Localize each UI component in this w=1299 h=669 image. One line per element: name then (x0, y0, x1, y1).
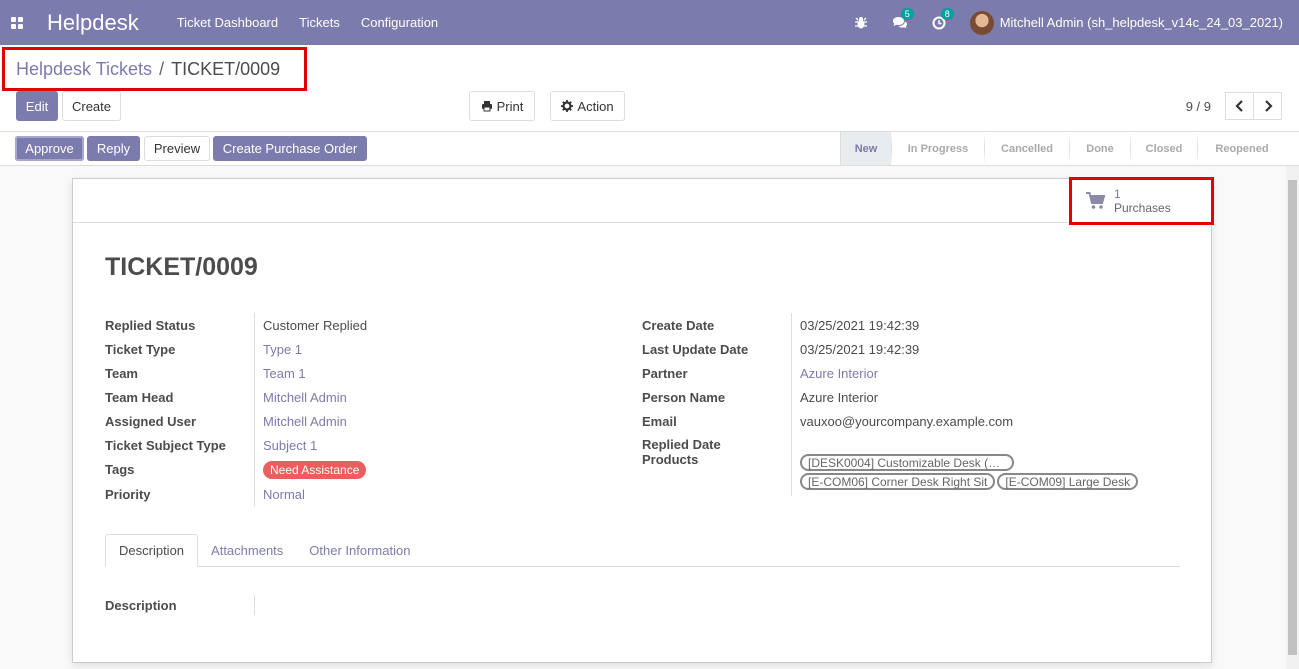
stage-closed[interactable]: Closed (1131, 132, 1197, 165)
field-value-ticket-type[interactable]: Type 1 (255, 342, 302, 357)
purchases-count: 1 (1114, 187, 1121, 201)
field-label-replied-date: Replied Date (642, 433, 792, 452)
field-value-replied-status: Customer Replied (263, 317, 368, 333)
user-menu[interactable]: Mitchell Admin (sh_helpdesk_v14c_24_03_2… (1000, 15, 1283, 30)
purchases-label: Purchases (1114, 201, 1171, 215)
field-value-priority[interactable]: Normal (255, 487, 305, 502)
description-field: Description (105, 593, 255, 617)
smart-button-box: 1 Purchases (73, 177, 1214, 225)
field-label-team-head: Team Head (105, 385, 255, 409)
field-value-person-name: Azure Interior (800, 389, 879, 405)
field-value-last-update-date: 03/25/2021 19:42:39 (800, 341, 920, 357)
create-button[interactable]: Create (62, 91, 121, 121)
stage-pipeline: New In Progress Cancelled Done Closed Re… (840, 132, 1286, 165)
statusbar: Approve Reply Preview Create Purchase Or… (0, 132, 1299, 166)
field-value-create-date: 03/25/2021 19:42:39 (800, 317, 920, 333)
products-tag-list: [DESK0004] Customizable Desk (… [E-COM06… (792, 452, 1142, 491)
notebook-tabs: Description Attachments Other Informatio… (105, 534, 1180, 567)
pager-value[interactable]: 9 / 9 (1186, 99, 1211, 114)
field-value-assigned-user[interactable]: Mitchell Admin (255, 414, 347, 429)
field-value-ticket-subject-type[interactable]: Subject 1 (255, 438, 317, 453)
activity-badge: 8 (940, 7, 954, 20)
pager-previous-button[interactable] (1225, 92, 1254, 120)
messaging-icon[interactable]: 5 (892, 7, 914, 30)
stage-cancelled[interactable]: Cancelled (985, 132, 1069, 165)
control-panel: Helpdesk Tickets / TICKET/0009 Edit Crea… (0, 45, 1299, 132)
field-value-partner[interactable]: Azure Interior (792, 366, 878, 381)
menu-configuration[interactable]: Configuration (361, 15, 438, 30)
field-label-create-date: Create Date (642, 313, 792, 337)
activity-clock-icon[interactable]: 8 (932, 7, 954, 30)
debug-bug-icon[interactable] (854, 16, 868, 30)
stage-done[interactable]: Done (1070, 132, 1130, 165)
product-tag[interactable]: [E-COM09] Large Desk (997, 473, 1139, 490)
breadcrumb: Helpdesk Tickets / TICKET/0009 (2, 47, 307, 91)
record-title: TICKET/0009 (105, 253, 258, 281)
vertical-scrollbar[interactable] (1286, 166, 1299, 669)
chevron-right-icon (1264, 100, 1273, 112)
stage-reopened[interactable]: Reopened (1198, 132, 1286, 165)
purchases-smart-button[interactable]: 1 Purchases (1069, 177, 1214, 225)
field-value-team-head[interactable]: Mitchell Admin (255, 390, 347, 405)
action-button[interactable]: Action (550, 91, 625, 121)
field-label-email: Email (642, 409, 792, 433)
field-label-person-name: Person Name (642, 385, 792, 409)
preview-button[interactable]: Preview (144, 136, 210, 161)
field-value-email: vauxoo@yourcompany.example.com (800, 413, 1014, 429)
gear-icon (561, 100, 574, 112)
right-field-group: Create Date 03/25/2021 19:42:39 Last Upda… (642, 313, 1142, 496)
chevron-left-icon (1234, 100, 1243, 112)
action-label: Action (577, 98, 614, 114)
field-label-last-update-date: Last Update Date (642, 337, 792, 361)
field-label-tags: Tags (105, 457, 255, 482)
menu-tickets[interactable]: Tickets (299, 15, 340, 30)
stage-in-progress[interactable]: In Progress (892, 132, 984, 165)
print-button[interactable]: Print (469, 91, 535, 121)
breadcrumb-parent-link[interactable]: Helpdesk Tickets (16, 59, 152, 80)
form-sheet: 1 Purchases TICKET/0009 Replied Status Cu… (72, 177, 1214, 663)
field-label-replied-status: Replied Status (105, 313, 255, 337)
breadcrumb-current: TICKET/0009 (171, 58, 281, 79)
left-field-group: Replied Status Customer Replied Ticket Ty… (105, 313, 367, 506)
field-label-partner: Partner (642, 361, 792, 385)
menu-ticket-dashboard[interactable]: Ticket Dashboard (177, 15, 278, 30)
product-tag[interactable]: [E-COM06] Corner Desk Right Sit (800, 473, 996, 490)
field-label-ticket-type: Ticket Type (105, 337, 255, 361)
field-label-team: Team (105, 361, 255, 385)
reply-button[interactable]: Reply (87, 136, 140, 161)
apps-menu-icon[interactable] (0, 0, 34, 45)
tab-attachments[interactable]: Attachments (198, 534, 296, 567)
approve-button[interactable]: Approve (15, 136, 84, 161)
tag-need-assistance[interactable]: Need Assistance (263, 461, 367, 479)
edit-button[interactable]: Edit (16, 91, 58, 121)
stage-new[interactable]: New (841, 132, 891, 165)
breadcrumb-separator: / (159, 58, 165, 79)
field-value-team[interactable]: Team 1 (255, 366, 306, 381)
field-label-description: Description (105, 595, 255, 615)
field-label-products: Products (642, 452, 792, 496)
field-label-assigned-user: Assigned User (105, 409, 255, 433)
field-label-ticket-subject-type: Ticket Subject Type (105, 433, 255, 457)
print-label: Print (496, 98, 524, 114)
shopping-cart-icon (1086, 192, 1106, 209)
field-label-priority: Priority (105, 482, 255, 506)
top-navbar: Helpdesk Ticket Dashboard Tickets Config… (0, 0, 1299, 45)
app-brand[interactable]: Helpdesk (47, 10, 139, 36)
messaging-badge: 5 (900, 7, 914, 20)
tab-description[interactable]: Description (105, 534, 199, 567)
product-tag[interactable]: [DESK0004] Customizable Desk (… (800, 454, 1014, 471)
print-icon (481, 101, 492, 112)
user-avatar[interactable] (969, 10, 994, 35)
pager-next-button[interactable] (1253, 92, 1282, 120)
create-purchase-order-button[interactable]: Create Purchase Order (213, 136, 367, 161)
tab-other-information[interactable]: Other Information (296, 534, 423, 567)
